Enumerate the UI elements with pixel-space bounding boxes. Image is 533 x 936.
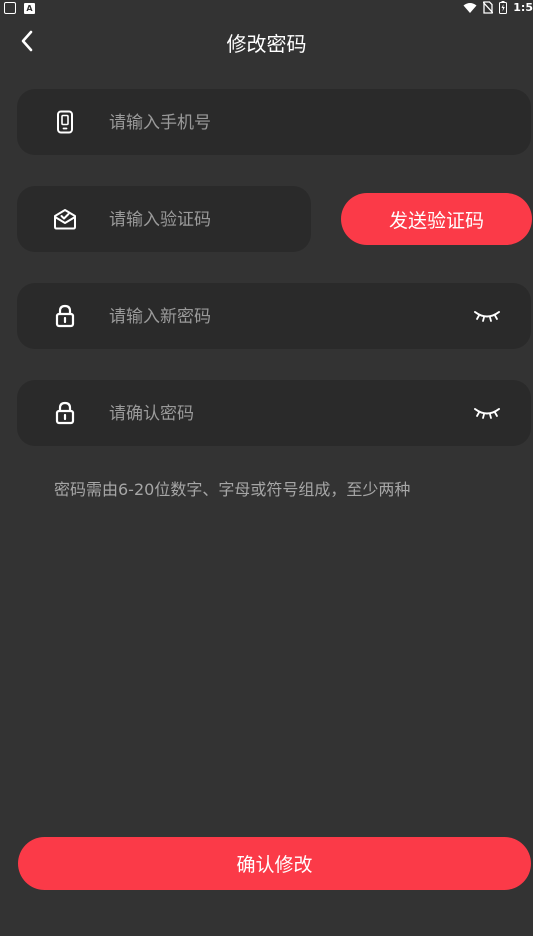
new-password-field (17, 283, 531, 351)
status-right: 1:5 (463, 1, 533, 14)
code-field (17, 186, 311, 254)
page-title: 修改密码 (226, 32, 307, 56)
confirm-button[interactable]: 确认修改 (18, 837, 531, 890)
eye-closed-icon[interactable] (473, 307, 501, 325)
password-hint: 密码需由6-20位数字、字母或符号组成，至少两种 (54, 480, 411, 499)
battery-icon (499, 1, 508, 14)
verify-mail-icon (53, 207, 77, 231)
phone-input[interactable] (107, 89, 441, 157)
phone-icon (53, 110, 77, 134)
confirm-password-field (17, 380, 531, 448)
status-time: 1:5 (513, 1, 533, 14)
confirm-password-input[interactable] (107, 380, 441, 448)
notification-icon (4, 2, 16, 14)
eye-closed-icon[interactable] (473, 404, 501, 422)
phone-field (17, 89, 531, 157)
app-a-icon: A (24, 2, 35, 14)
status-left: A (4, 2, 35, 14)
send-code-button[interactable]: 发送验证码 (341, 193, 532, 245)
lock-icon (53, 401, 77, 425)
no-sim-icon (483, 1, 494, 14)
lock-icon (53, 304, 77, 328)
new-password-input[interactable] (107, 283, 441, 351)
wifi-icon (463, 2, 477, 13)
status-bar: A 1:5 (0, 0, 533, 18)
header: 修改密码 (0, 22, 533, 62)
code-input[interactable] (107, 186, 301, 254)
